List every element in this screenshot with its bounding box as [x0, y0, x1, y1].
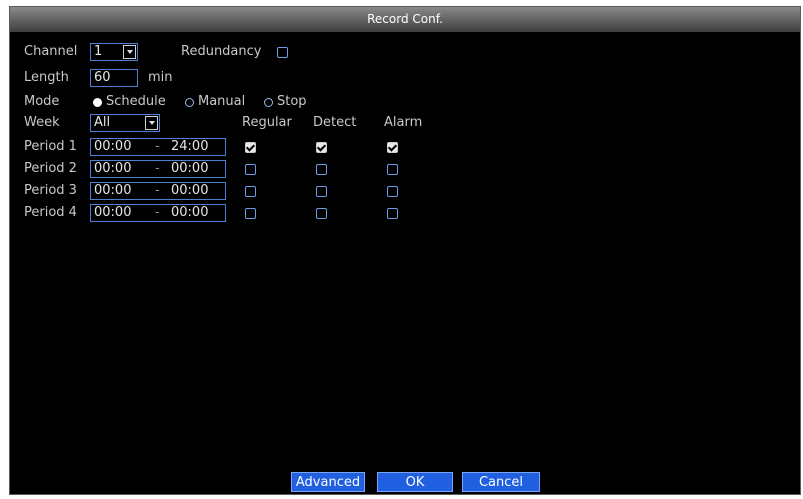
chevron-down-icon[interactable]: [123, 45, 136, 59]
period-time-range[interactable]: 00:00 - 00:00: [90, 182, 226, 200]
period-regular-checkbox[interactable]: [245, 164, 256, 175]
column-header-detect: Detect: [313, 115, 357, 130]
length-label: Length: [24, 70, 69, 85]
mode-manual-radio[interactable]: [185, 98, 194, 107]
channel-value: 1: [94, 44, 103, 59]
period-start-time[interactable]: 00:00: [94, 205, 131, 221]
period-end-time[interactable]: 00:00: [171, 183, 208, 199]
period-start-time[interactable]: 00:00: [94, 139, 131, 155]
channel-select[interactable]: 1: [90, 43, 138, 61]
period-label: Period 1: [24, 139, 77, 154]
mode-stop-label[interactable]: Stop: [277, 94, 307, 109]
period-time-range[interactable]: 00:00 - 24:00: [90, 138, 226, 156]
period-time-range[interactable]: 00:00 - 00:00: [90, 160, 226, 178]
week-label: Week: [24, 115, 60, 130]
time-separator: -: [155, 139, 160, 154]
period-alarm-checkbox[interactable]: [387, 186, 398, 197]
week-select[interactable]: All: [90, 114, 160, 132]
period-detect-checkbox[interactable]: [316, 164, 327, 175]
length-unit: min: [148, 70, 173, 85]
period-alarm-checkbox[interactable]: [387, 164, 398, 175]
period-end-time[interactable]: 00:00: [171, 205, 208, 221]
chevron-down-icon[interactable]: [145, 116, 158, 130]
redundancy-label: Redundancy: [181, 44, 262, 59]
length-input[interactable]: 60: [90, 69, 138, 87]
record-conf-dialog: Record Conf. Channel 1 Redundancy Length…: [9, 6, 801, 495]
period-end-time[interactable]: 24:00: [171, 139, 208, 155]
ok-button[interactable]: OK: [377, 472, 453, 492]
mode-stop-radio[interactable]: [264, 98, 273, 107]
week-value: All: [94, 115, 111, 130]
column-header-regular: Regular: [242, 115, 292, 130]
channel-label: Channel: [24, 44, 78, 59]
period-start-time[interactable]: 00:00: [94, 183, 131, 199]
dialog-title: Record Conf.: [10, 7, 800, 32]
period-regular-checkbox[interactable]: [245, 208, 256, 219]
advanced-button[interactable]: Advanced: [291, 472, 365, 492]
time-separator: -: [155, 183, 160, 198]
column-header-alarm: Alarm: [384, 115, 423, 130]
period-label: Period 3: [24, 183, 77, 198]
period-alarm-checkbox[interactable]: [387, 142, 398, 153]
period-detect-checkbox[interactable]: [316, 208, 327, 219]
redundancy-checkbox[interactable]: [277, 47, 288, 58]
period-alarm-checkbox[interactable]: [387, 208, 398, 219]
cancel-button[interactable]: Cancel: [462, 472, 540, 492]
mode-schedule-label[interactable]: Schedule: [106, 94, 166, 109]
time-separator: -: [155, 205, 160, 220]
period-label: Period 2: [24, 161, 77, 176]
period-regular-checkbox[interactable]: [245, 186, 256, 197]
period-detect-checkbox[interactable]: [316, 186, 327, 197]
mode-manual-label[interactable]: Manual: [198, 94, 245, 109]
period-time-range[interactable]: 00:00 - 00:00: [90, 204, 226, 222]
mode-label: Mode: [24, 94, 60, 109]
period-start-time[interactable]: 00:00: [94, 161, 131, 177]
period-end-time[interactable]: 00:00: [171, 161, 208, 177]
period-detect-checkbox[interactable]: [316, 142, 327, 153]
period-regular-checkbox[interactable]: [245, 142, 256, 153]
mode-schedule-radio[interactable]: [93, 98, 102, 107]
time-separator: -: [155, 161, 160, 176]
period-label: Period 4: [24, 205, 77, 220]
